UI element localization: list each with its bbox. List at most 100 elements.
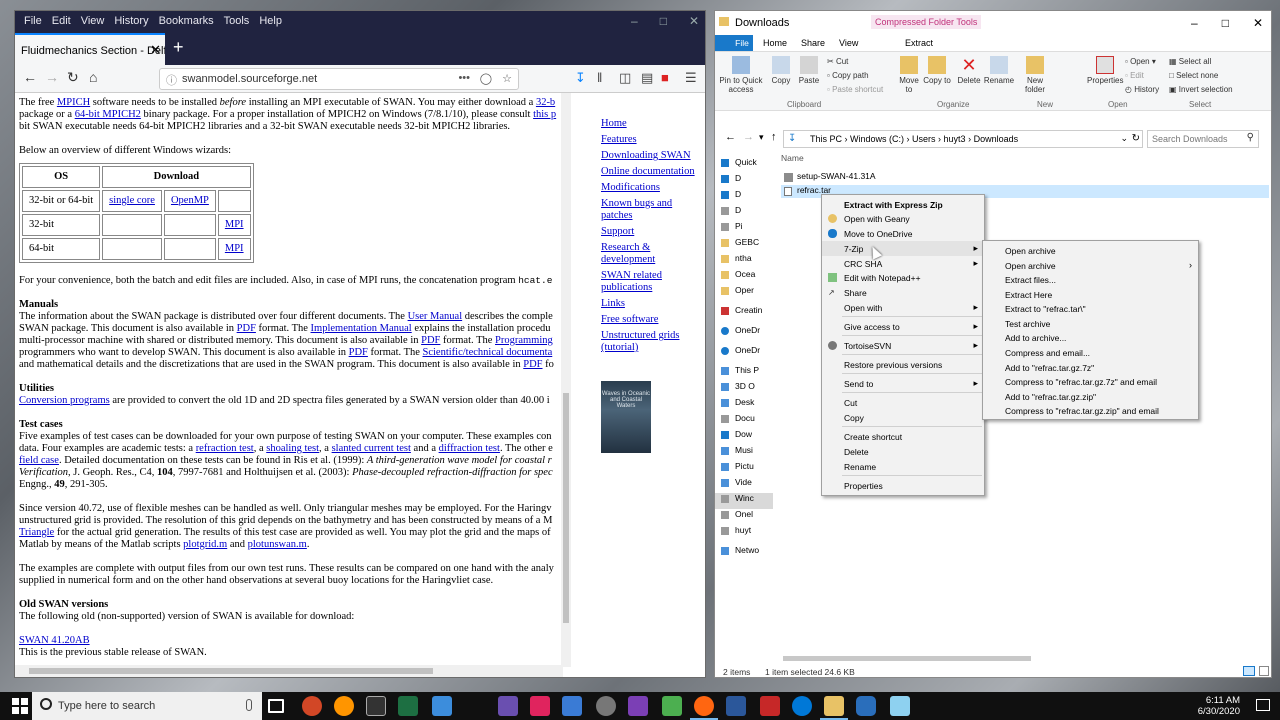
taskbar-search-input[interactable]: Type here to search: [32, 692, 262, 720]
nav-online-docs-link[interactable]: Online documentation: [601, 166, 701, 178]
pdf-link[interactable]: PDF: [349, 347, 368, 358]
microphone-icon[interactable]: [246, 699, 252, 711]
book-cover-image[interactable]: Waves in Oceanic and Coastal Waters: [601, 381, 651, 453]
page-actions-icon[interactable]: •••: [458, 72, 470, 84]
move-to-button[interactable]: Move to: [895, 56, 923, 94]
minimize-icon[interactable]: –: [1191, 16, 1198, 30]
maximize-icon[interactable]: □: [660, 14, 667, 28]
sidebar-icon[interactable]: ◫: [619, 70, 631, 86]
diffraction-test-link[interactable]: diffraction test: [439, 443, 500, 454]
nav-item[interactable]: Desk: [715, 397, 773, 413]
scroll-thumb[interactable]: [783, 656, 1031, 661]
programming-link[interactable]: Programming: [495, 335, 553, 346]
select-none-button[interactable]: □ Select none: [1169, 71, 1218, 80]
app-icon[interactable]: [628, 696, 648, 716]
nav-item[interactable]: Pictu: [715, 461, 773, 477]
zoom-icon[interactable]: [856, 696, 876, 716]
up-icon[interactable]: ↑: [771, 131, 777, 143]
url-bar[interactable]: ⓘ swanmodel.sourceforge.net ••• ◯ ☆: [159, 68, 519, 90]
menu-view[interactable]: View: [76, 15, 110, 27]
nav-downloading-link[interactable]: Downloading SWAN: [601, 150, 701, 162]
delete-button[interactable]: ✕ Delete: [955, 56, 983, 85]
windows-start-icon[interactable]: [12, 698, 28, 714]
menu-item-send-to[interactable]: Send to ▸: [822, 376, 984, 391]
breadcrumb-windows-c[interactable]: Windows (C:): [850, 134, 904, 144]
nav-item[interactable]: ntha: [715, 253, 773, 269]
visual-studio-icon[interactable]: [498, 696, 518, 716]
nav-item[interactable]: GEBC: [715, 237, 773, 253]
pdf-link[interactable]: PDF: [421, 335, 440, 346]
back-icon[interactable]: ←: [725, 131, 736, 143]
nav-features-link[interactable]: Features: [601, 134, 701, 146]
menu-item-edit-notepadpp[interactable]: Edit with Notepad++: [822, 270, 984, 285]
pin-quick-access-button[interactable]: Pin to Quick access: [719, 56, 763, 94]
submenu-open-archive-sub[interactable]: Open archive ›: [983, 258, 1198, 273]
column-header-name[interactable]: Name: [781, 153, 804, 163]
open-button[interactable]: ▫ Open ▾: [1125, 57, 1156, 66]
plotunswan-link[interactable]: plotunswan.m: [248, 539, 307, 550]
submenu-add-to-7z[interactable]: Add to "refrac.tar.gz.7z": [983, 360, 1198, 375]
notepad-icon[interactable]: [890, 696, 910, 716]
swan-41-20ab-link[interactable]: SWAN 41.20AB: [19, 635, 90, 646]
menu-item-cut[interactable]: Cut: [822, 395, 984, 410]
submenu-compress-7z-email[interactable]: Compress to "refrac.tar.gz.7z" and email: [983, 374, 1198, 389]
implementation-manual-link[interactable]: Implementation Manual: [311, 323, 412, 334]
triangle-link[interactable]: Triangle: [19, 527, 54, 538]
nav-item[interactable]: Pi: [715, 221, 773, 237]
chevron-down-icon[interactable]: ⌄: [1120, 133, 1128, 144]
scientific-doc-link[interactable]: Scientific/technical documenta: [423, 347, 553, 358]
breadcrumb-huyt3[interactable]: huyt3: [944, 134, 966, 144]
cut-button[interactable]: ✂ Cut: [827, 57, 848, 66]
nav-support-link[interactable]: Support: [601, 226, 701, 238]
horizontal-scrollbar[interactable]: [773, 653, 1267, 663]
tab-view[interactable]: View: [839, 38, 858, 48]
nav-free-software-link[interactable]: Free software: [601, 314, 701, 326]
mpi-32-link[interactable]: MPI: [225, 219, 244, 230]
slanted-current-test-link[interactable]: slanted current test: [332, 443, 411, 454]
tab-swan[interactable]: Fluidmechanics Section - Delft Uni ✕: [15, 33, 165, 65]
info-icon[interactable]: ⓘ: [166, 72, 177, 88]
menu-history[interactable]: History: [109, 15, 153, 27]
copy-button[interactable]: Copy: [767, 56, 795, 85]
menu-item-restore-previous[interactable]: Restore previous versions: [822, 357, 984, 372]
submenu-compress-zip-email[interactable]: Compress to "refrac.tar.gz.zip" and emai…: [983, 403, 1198, 418]
nav-item[interactable]: Ocea: [715, 269, 773, 285]
new-folder-button[interactable]: New folder: [1021, 56, 1049, 94]
scroll-thumb[interactable]: [563, 393, 569, 623]
copy-path-button[interactable]: ▫ Copy path: [827, 71, 869, 80]
breadcrumb-this-pc[interactable]: This PC: [810, 134, 842, 144]
task-view-icon[interactable]: [268, 699, 284, 713]
reload-icon[interactable]: ↻: [67, 69, 79, 86]
nav-item[interactable]: Vide: [715, 477, 773, 493]
nav-item[interactable]: D: [715, 189, 773, 205]
matlab-icon[interactable]: [530, 696, 550, 716]
submenu-add-to-zip[interactable]: Add to "refrac.tar.gz.zip": [983, 389, 1198, 404]
app-icon[interactable]: [662, 696, 682, 716]
conversion-programs-link[interactable]: Conversion programs: [19, 395, 110, 406]
terminal-icon[interactable]: [366, 696, 386, 716]
acrobat-icon[interactable]: [760, 696, 780, 716]
download-icon[interactable]: ↧: [575, 70, 586, 86]
menu-item-properties[interactable]: Properties: [822, 478, 984, 493]
nav-item[interactable]: OneDr: [715, 325, 773, 341]
nav-item[interactable]: Dow: [715, 429, 773, 445]
field-case-link[interactable]: field case: [19, 455, 59, 466]
menu-item-open-with[interactable]: Open with ▸: [822, 300, 984, 315]
this-page-link[interactable]: this p: [533, 109, 556, 120]
edit-button[interactable]: ▫ Edit: [1125, 71, 1144, 80]
menu-item-share[interactable]: ↗ Share: [822, 285, 984, 300]
address-bar[interactable]: ↧ This PC › Windows (C:) › Users › huyt3…: [783, 130, 1143, 148]
details-view-icon[interactable]: [1243, 666, 1255, 676]
mpich2-32-link[interactable]: 32-b: [536, 97, 555, 108]
notifications-icon[interactable]: [1256, 699, 1270, 711]
extension-icon[interactable]: ■: [661, 70, 669, 85]
reader-icon[interactable]: ▤: [641, 70, 653, 86]
close-icon[interactable]: ✕: [689, 14, 699, 28]
nav-item[interactable]: Creatin: [715, 305, 773, 321]
pocket-icon[interactable]: ◯: [480, 72, 492, 85]
nav-item[interactable]: OneDr: [715, 345, 773, 361]
nav-research-link[interactable]: Research & development: [601, 242, 701, 266]
refraction-test-link[interactable]: refraction test: [196, 443, 254, 454]
menu-item-extract-express-zip[interactable]: Extract with Express Zip: [822, 197, 984, 212]
nav-item[interactable]: Docu: [715, 413, 773, 429]
